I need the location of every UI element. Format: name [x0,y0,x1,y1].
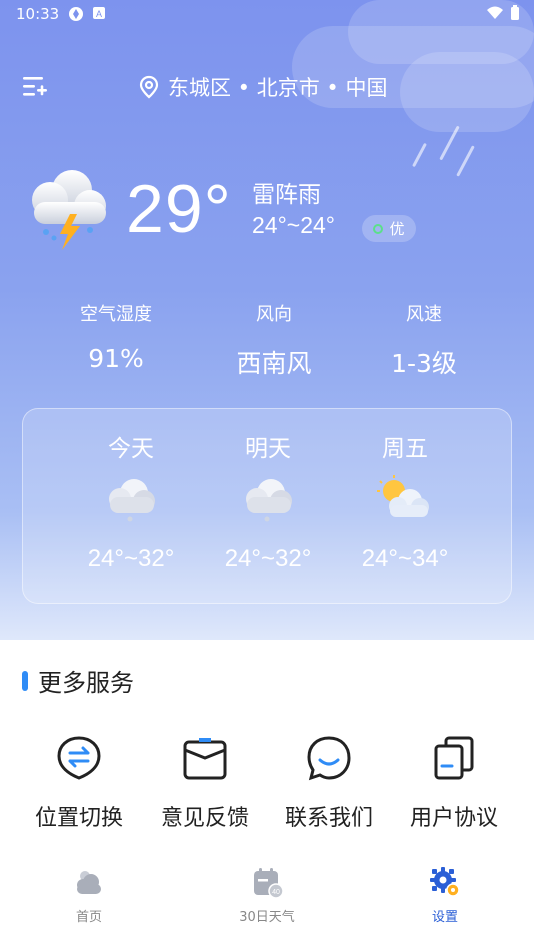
partly-cloudy-icon [377,475,429,517]
tab-home[interactable]: 首页 [29,866,149,925]
battery-icon [511,5,519,20]
status-notification-icons: A [68,6,106,22]
cloud-sun-icon [77,871,101,894]
rain-streak-decoration [412,142,427,168]
chat-icon [307,736,351,781]
service-feedback[interactable]: 意见反馈 [140,734,270,832]
forecast-day[interactable]: 周五 24°~34° [335,429,475,573]
wifi-icon [487,6,503,19]
forecast-day-name: 周五 [382,436,428,462]
background-cloud-decoration [400,52,534,132]
tab-label: 首页 [75,910,102,925]
calendar-badge: 40 [272,889,280,896]
current-temp-range: 24°~24° [252,212,335,238]
service-agreement[interactable]: 用户协议 [389,734,519,832]
forecast-day-range: 24°~32° [87,545,175,572]
stat-wind-direction: 风向 西南风 [199,300,349,380]
stat-label: 风速 [406,304,442,325]
forecast-day[interactable]: 今天 24°~32° [61,429,201,573]
location-text: 东城区 • 北京市 • 中国 [168,76,388,100]
aqi-label: 优 [389,220,405,238]
tab-label: 30日天气 [239,910,295,925]
tab-30-day[interactable]: 40 30日天气 [207,866,327,925]
forecast-day-name: 明天 [245,436,291,462]
forecast-card: 今天 24°~32° 明天 24°~32° 周五 24°~34° [22,408,512,604]
forecast-day-range: 24°~34° [361,545,449,572]
location-pin-icon [139,75,159,99]
feedback-icon [183,738,227,780]
forecast-day[interactable]: 明天 24°~32° [198,429,338,573]
services-header: 更多服务 [22,663,134,698]
current-temperature: 29° [126,171,232,247]
status-bar: 10:33 A [0,0,534,28]
a-box-icon: A [93,7,105,19]
service-contact[interactable]: 联系我们 [264,734,394,832]
forecast-day-name: 今天 [108,436,154,462]
aqi-badge: 优 [362,215,416,242]
rain-cloud-icon [246,479,292,522]
switch-location-icon [57,736,101,780]
calendar-icon: 40 [254,868,283,898]
svg-text:A: A [96,9,102,19]
gear-icon [430,867,460,897]
stat-label: 空气湿度 [80,304,152,325]
stat-humidity: 空气湿度 91% [41,300,191,373]
thunderstorm-icon [32,170,106,250]
stat-label: 风向 [256,304,292,325]
location-selector[interactable]: 东城区 • 北京市 • 中国 [138,72,387,102]
stat-value: 1-3级 [391,349,457,378]
service-label: 联系我们 [284,806,373,831]
menu-add-icon[interactable] [22,74,48,100]
tab-settings[interactable]: 设置 [385,866,505,925]
agreement-icon [434,736,474,780]
service-switch-location[interactable]: 位置切换 [14,734,144,832]
tab-label: 设置 [431,910,458,925]
aperture-icon [69,7,83,21]
aqi-dot-icon [373,223,384,234]
service-label: 用户协议 [409,806,498,831]
current-condition: 雷阵雨 [252,182,321,208]
service-label: 位置切换 [34,806,123,831]
stat-wind-speed: 风速 1-3级 [349,300,499,380]
forecast-day-range: 24°~32° [224,545,312,572]
services-title: 更多服务 [38,669,134,697]
rain-cloud-icon [109,479,155,522]
rain-streak-decoration [456,145,475,177]
service-label: 意见反馈 [160,806,249,831]
status-time: 10:33 [16,5,60,23]
status-system-icons [486,5,520,21]
stat-value: 91% [88,344,144,373]
section-accent-bar [22,670,28,691]
stat-value: 西南风 [236,349,312,378]
